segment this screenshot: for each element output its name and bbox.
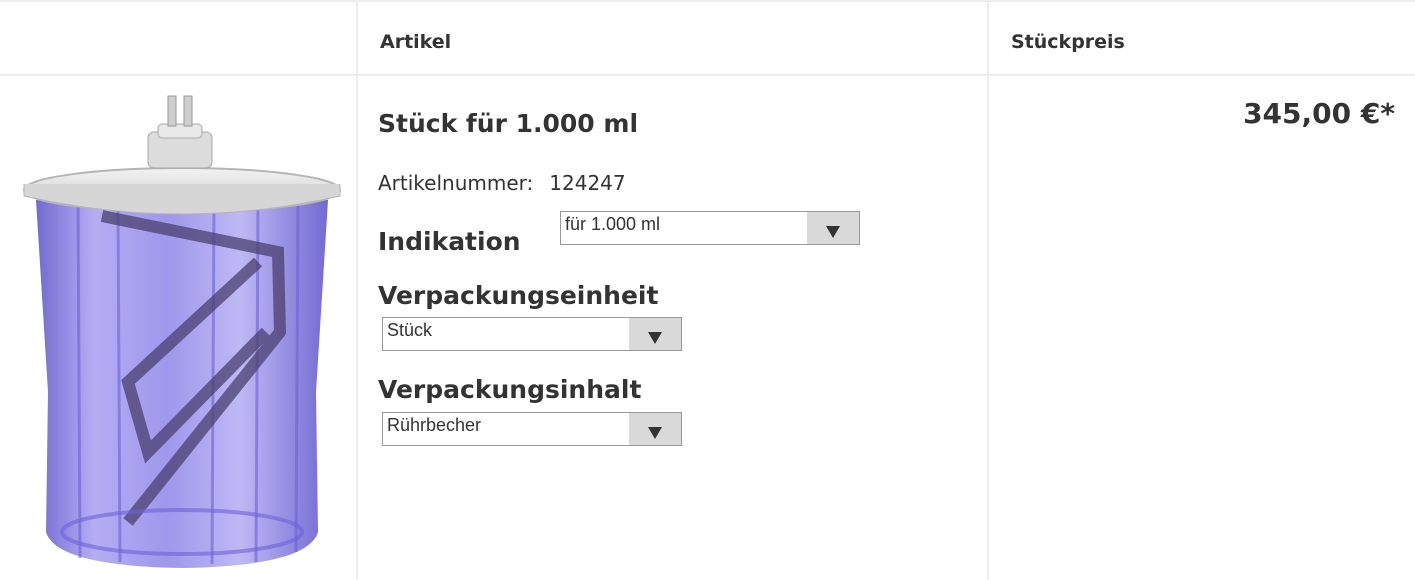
verpackungsinhalt-select-value: Rührbecher bbox=[387, 415, 482, 435]
verpackungsinhalt-label: Verpackungsinhalt bbox=[378, 375, 642, 404]
verpackungsinhalt-select[interactable]: Rührbecher bbox=[382, 412, 682, 446]
verpackungseinheit-label: Verpackungseinheit bbox=[378, 281, 659, 310]
verpackungseinheit-dropdown-button[interactable] bbox=[629, 318, 681, 350]
chevron-down-icon bbox=[648, 332, 662, 344]
mixing-cup-icon bbox=[23, 95, 341, 568]
article-number-row: Artikelnummer: 124247 bbox=[378, 171, 626, 195]
indikation-select[interactable]: für 1.000 ml bbox=[560, 211, 860, 245]
indikation-select-value: für 1.000 ml bbox=[565, 214, 661, 234]
header-bottom-border bbox=[0, 74, 1415, 76]
article-number-label: Artikelnummer: bbox=[378, 171, 534, 195]
indikation-label: Indikation bbox=[378, 227, 521, 256]
article-number-value: 124247 bbox=[549, 171, 626, 195]
indikation-dropdown-button[interactable] bbox=[807, 212, 859, 244]
verpackungseinheit-select-value: Stück bbox=[387, 320, 433, 340]
chevron-down-icon bbox=[826, 226, 840, 238]
chevron-down-icon bbox=[648, 427, 662, 439]
column-divider-2 bbox=[987, 0, 989, 580]
table-top-border bbox=[0, 0, 1415, 2]
verpackungsinhalt-dropdown-button[interactable] bbox=[629, 413, 681, 445]
column-divider-1 bbox=[356, 0, 358, 580]
product-table: Artikel Stückpreis Stück für 1.000 ml Ar… bbox=[0, 0, 1415, 580]
header-article: Artikel bbox=[380, 31, 452, 53]
product-title[interactable]: Stück für 1.000 ml bbox=[378, 109, 638, 138]
product-image[interactable] bbox=[18, 92, 346, 572]
header-unit-price: Stückpreis bbox=[1011, 31, 1125, 53]
verpackungseinheit-select[interactable]: Stück bbox=[382, 317, 682, 351]
unit-price: 345,00 €* bbox=[1243, 97, 1395, 130]
